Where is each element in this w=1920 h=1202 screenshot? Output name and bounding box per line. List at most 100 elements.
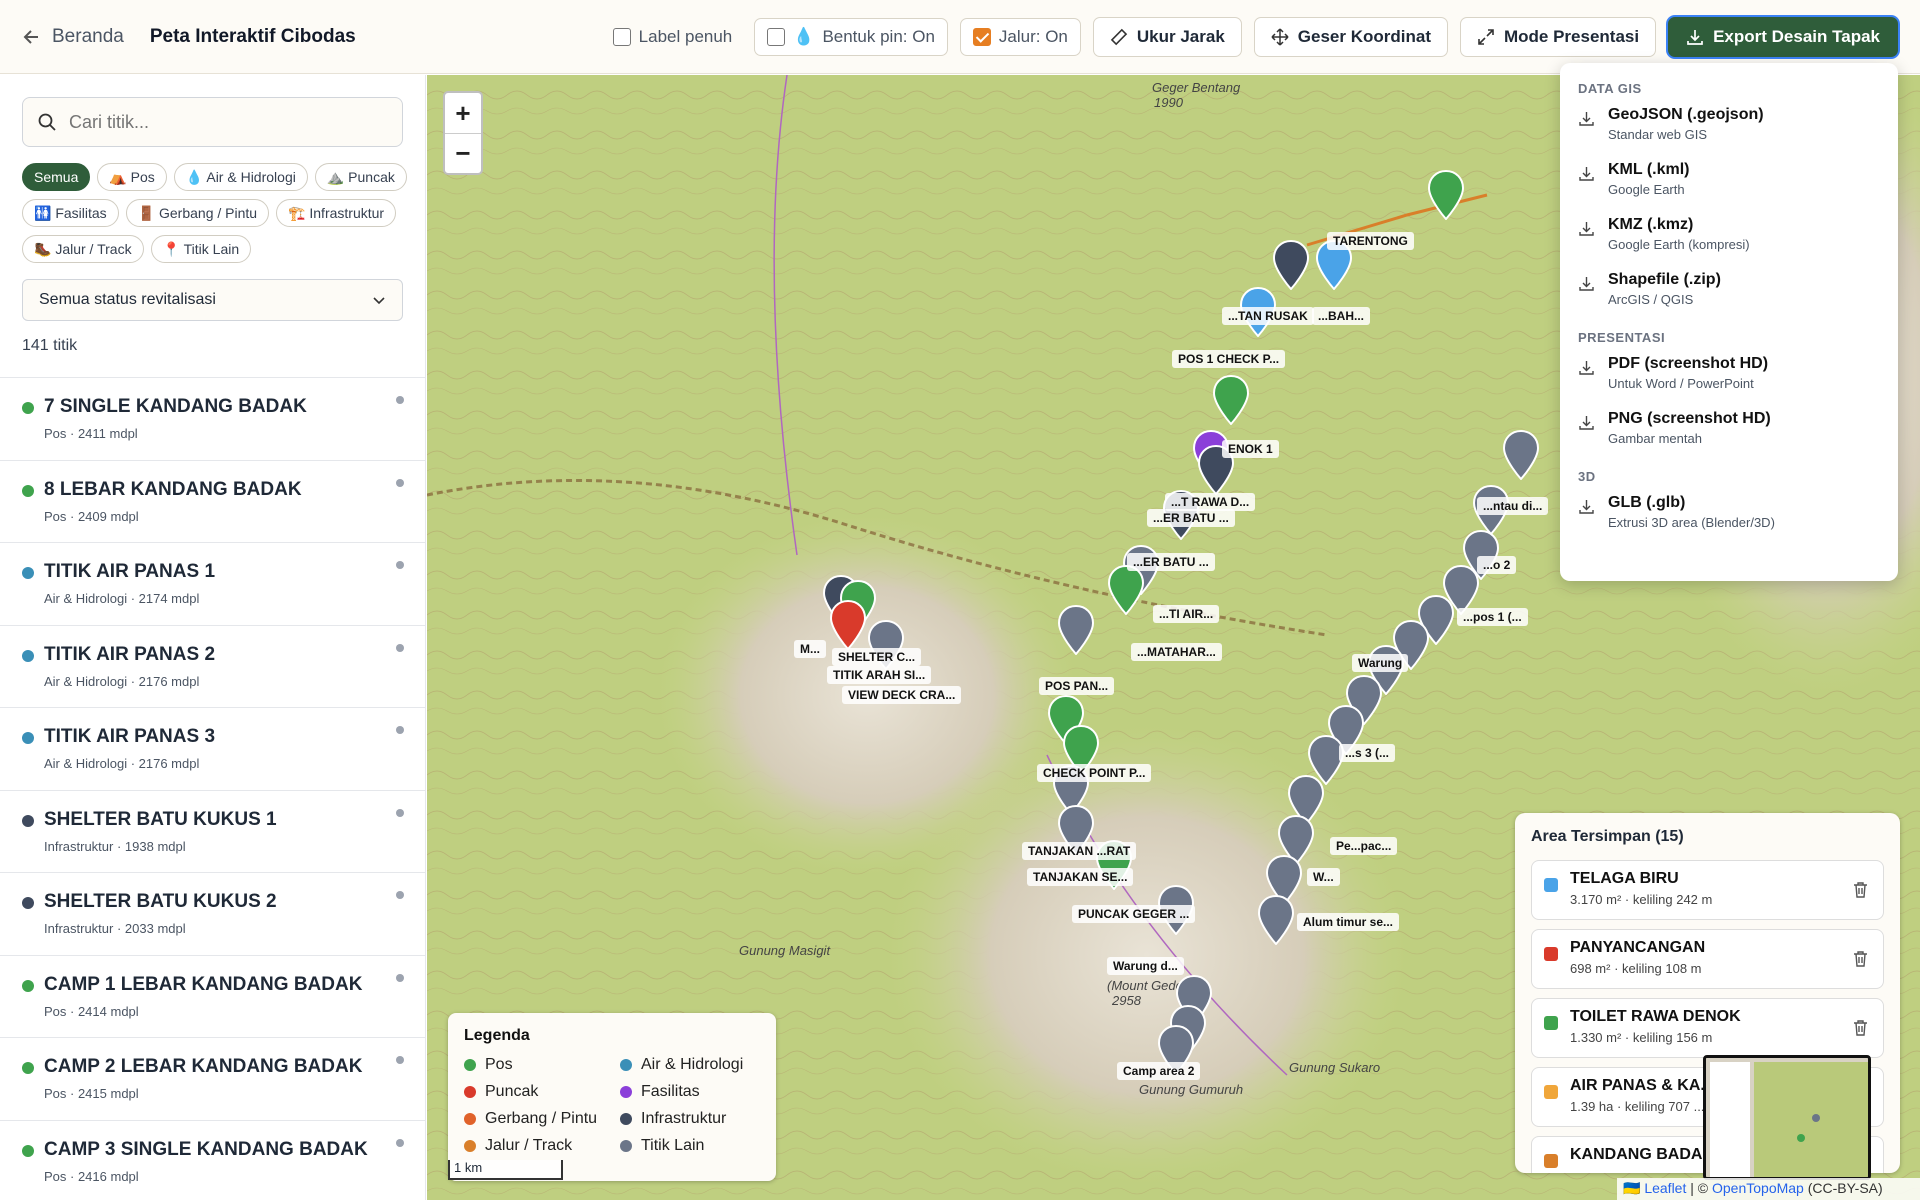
export-site-design-button[interactable]: Export Desain Tapak: [1668, 17, 1898, 57]
more-dot-icon[interactable]: [396, 726, 404, 734]
point-name: TITIK AIR PANAS 3: [44, 726, 426, 748]
more-dot-icon[interactable]: [396, 1056, 404, 1064]
area-color-swatch: [1544, 1016, 1558, 1030]
point-meta: Air & Hidrologi · 2174 mdpl: [44, 591, 426, 606]
map-point-label: Warung: [1352, 654, 1408, 672]
list-item[interactable]: SHELTER BATU KUKUS 2 Infrastruktur · 203…: [0, 872, 426, 955]
map-point-label: TITIK ARAH SI...: [827, 666, 931, 684]
leaflet-link[interactable]: Leaflet: [1644, 1180, 1686, 1196]
export-option[interactable]: KML (.kml) Google Earth: [1578, 161, 1880, 216]
trash-icon[interactable]: [1852, 1019, 1869, 1037]
checkbox-checked[interactable]: [973, 28, 991, 46]
export-option[interactable]: Shapefile (.zip) ArcGIS / QGIS: [1578, 271, 1880, 326]
list-item[interactable]: 7 SINGLE KANDANG BADAK Pos · 2411 mdpl: [0, 377, 426, 460]
list-item[interactable]: CAMP 1 LEBAR KANDANG BADAK Pos · 2414 md…: [0, 955, 426, 1038]
checkbox[interactable]: [767, 28, 785, 46]
search-box[interactable]: [22, 97, 403, 147]
point-name: TITIK AIR PANAS 2: [44, 644, 426, 666]
point-name: CAMP 2 LEBAR KANDANG BADAK: [44, 1056, 426, 1078]
map-pin-marker[interactable]: [1212, 375, 1250, 425]
category-filter-chips: Semua ⛺ Pos 💧 Air & Hidrologi ⛰️ Puncak …: [22, 163, 412, 263]
attribution-separator: | ©: [1686, 1180, 1712, 1196]
toggle-label: Bentuk pin: On: [822, 27, 934, 47]
move-icon: [1271, 28, 1289, 46]
list-item[interactable]: SHELTER BATU KUKUS 1 Infrastruktur · 193…: [0, 790, 426, 873]
map-pin-marker[interactable]: [1257, 895, 1295, 945]
export-option[interactable]: KMZ (.kmz) Google Earth (kompresi): [1578, 216, 1880, 271]
minimap-preview: [1706, 1058, 1871, 1180]
list-item[interactable]: TITIK AIR PANAS 3 Air & Hidrologi · 2176…: [0, 707, 426, 790]
checkbox[interactable]: [613, 28, 631, 46]
more-dot-icon[interactable]: [396, 891, 404, 899]
chip-all[interactable]: Semua: [22, 163, 90, 191]
point-name: SHELTER BATU KUKUS 2: [44, 891, 426, 913]
download-icon: [1578, 498, 1595, 515]
export-option-sub: Standar web GIS: [1608, 127, 1880, 142]
button-label: Export Desain Tapak: [1713, 27, 1880, 47]
chip-peak[interactable]: ⛰️ Puncak: [315, 163, 407, 191]
chip-pos[interactable]: ⛺ Pos: [97, 163, 166, 191]
track-toggle[interactable]: Jalur: On: [960, 18, 1081, 56]
place-name: Gunung Sukaro: [1289, 1060, 1380, 1075]
more-dot-icon[interactable]: [396, 1139, 404, 1147]
category-dot: [22, 1062, 34, 1074]
legend-label: Air & Hidrologi: [641, 1056, 743, 1074]
map-point-label: ...pos 1 (...: [1457, 608, 1528, 626]
presentation-mode-button[interactable]: Mode Presentasi: [1460, 17, 1656, 57]
export-option[interactable]: GeoJSON (.geojson) Standar web GIS: [1578, 106, 1880, 161]
attribution-license: (CC-BY-SA): [1804, 1180, 1883, 1196]
opentopomap-link[interactable]: OpenTopoMap: [1712, 1180, 1804, 1196]
map-point-label: M...: [794, 640, 826, 658]
area-meta: 1.330 m² · keliling 156 m: [1570, 1030, 1883, 1045]
export-option[interactable]: PNG (screenshot HD) Gambar mentah: [1578, 410, 1880, 465]
list-item[interactable]: CAMP 2 LEBAR KANDANG BADAK Pos · 2415 md…: [0, 1037, 426, 1120]
section-3d: 3D: [1578, 469, 1880, 484]
zoom-in-button[interactable]: +: [445, 93, 481, 133]
saved-area-item[interactable]: TELAGA BIRU 3.170 m² · keliling 242 m: [1531, 860, 1884, 920]
export-option[interactable]: GLB (.glb) Extrusi 3D area (Blender/3D): [1578, 494, 1880, 549]
chip-facilities[interactable]: 🚻 Fasilitas: [22, 199, 119, 227]
expand-icon: [1477, 28, 1495, 46]
zoom-out-button[interactable]: −: [445, 133, 481, 173]
measure-distance-button[interactable]: Ukur Jarak: [1093, 17, 1242, 57]
chip-infrastructure[interactable]: 🏗️ Infrastruktur: [276, 199, 396, 227]
export-option-label: GeoJSON (.geojson): [1608, 106, 1880, 124]
back-button[interactable]: Beranda: [22, 26, 124, 48]
list-item[interactable]: CAMP 3 SINGLE KANDANG BADAK Pos · 2416 m…: [0, 1120, 426, 1202]
pin-shape-toggle[interactable]: 💧Bentuk pin: On: [754, 18, 948, 56]
map-pin-marker[interactable]: [829, 600, 867, 650]
saved-areas-title: Area Tersimpan (15): [1531, 828, 1884, 846]
trash-icon[interactable]: [1852, 950, 1869, 968]
chip-track[interactable]: 🥾 Jalur / Track: [22, 235, 144, 263]
chip-water[interactable]: 💧 Air & Hidrologi: [174, 163, 308, 191]
label-full-toggle[interactable]: Label penuh: [603, 18, 743, 56]
map-pin-marker[interactable]: [1427, 170, 1465, 220]
more-dot-icon[interactable]: [396, 809, 404, 817]
chip-other[interactable]: 📍 Titik Lain: [151, 235, 252, 263]
search-input[interactable]: [69, 112, 369, 133]
saved-area-item[interactable]: TOILET RAWA DENOK 1.330 m² · keliling 15…: [1531, 998, 1884, 1058]
list-item[interactable]: 8 LEBAR KANDANG BADAK Pos · 2409 mdpl: [0, 460, 426, 543]
map-pin-marker[interactable]: [1272, 240, 1310, 290]
shift-coordinate-button[interactable]: Geser Koordinat: [1254, 17, 1448, 57]
revitalization-status-select[interactable]: Semua status revitalisasi: [22, 279, 403, 321]
export-option[interactable]: PDF (screenshot HD) Untuk Word / PowerPo…: [1578, 355, 1880, 410]
map-pin-marker[interactable]: [1057, 605, 1095, 655]
trash-icon[interactable]: [1852, 881, 1869, 899]
chip-gate[interactable]: 🚪 Gerbang / Pintu: [126, 199, 269, 227]
map-pin-marker[interactable]: [1502, 430, 1540, 480]
list-item[interactable]: TITIK AIR PANAS 1 Air & Hidrologi · 2174…: [0, 542, 426, 625]
map-pin-marker[interactable]: [1107, 565, 1145, 615]
more-dot-icon[interactable]: [396, 396, 404, 404]
toggle-label: Jalur: On: [999, 27, 1068, 47]
more-dot-icon[interactable]: [396, 561, 404, 569]
minimap-thumbnail[interactable]: [1703, 1055, 1871, 1180]
list-item[interactable]: TITIK AIR PANAS 2 Air & Hidrologi · 2176…: [0, 625, 426, 708]
more-dot-icon[interactable]: [396, 644, 404, 652]
legend-item: Pos: [464, 1053, 620, 1076]
saved-area-item[interactable]: PANYANCANGAN 698 m² · keliling 108 m: [1531, 929, 1884, 989]
legend-swatch: [620, 1140, 632, 1152]
more-dot-icon[interactable]: [396, 974, 404, 982]
more-dot-icon[interactable]: [396, 479, 404, 487]
arrow-left-icon: [22, 27, 42, 47]
